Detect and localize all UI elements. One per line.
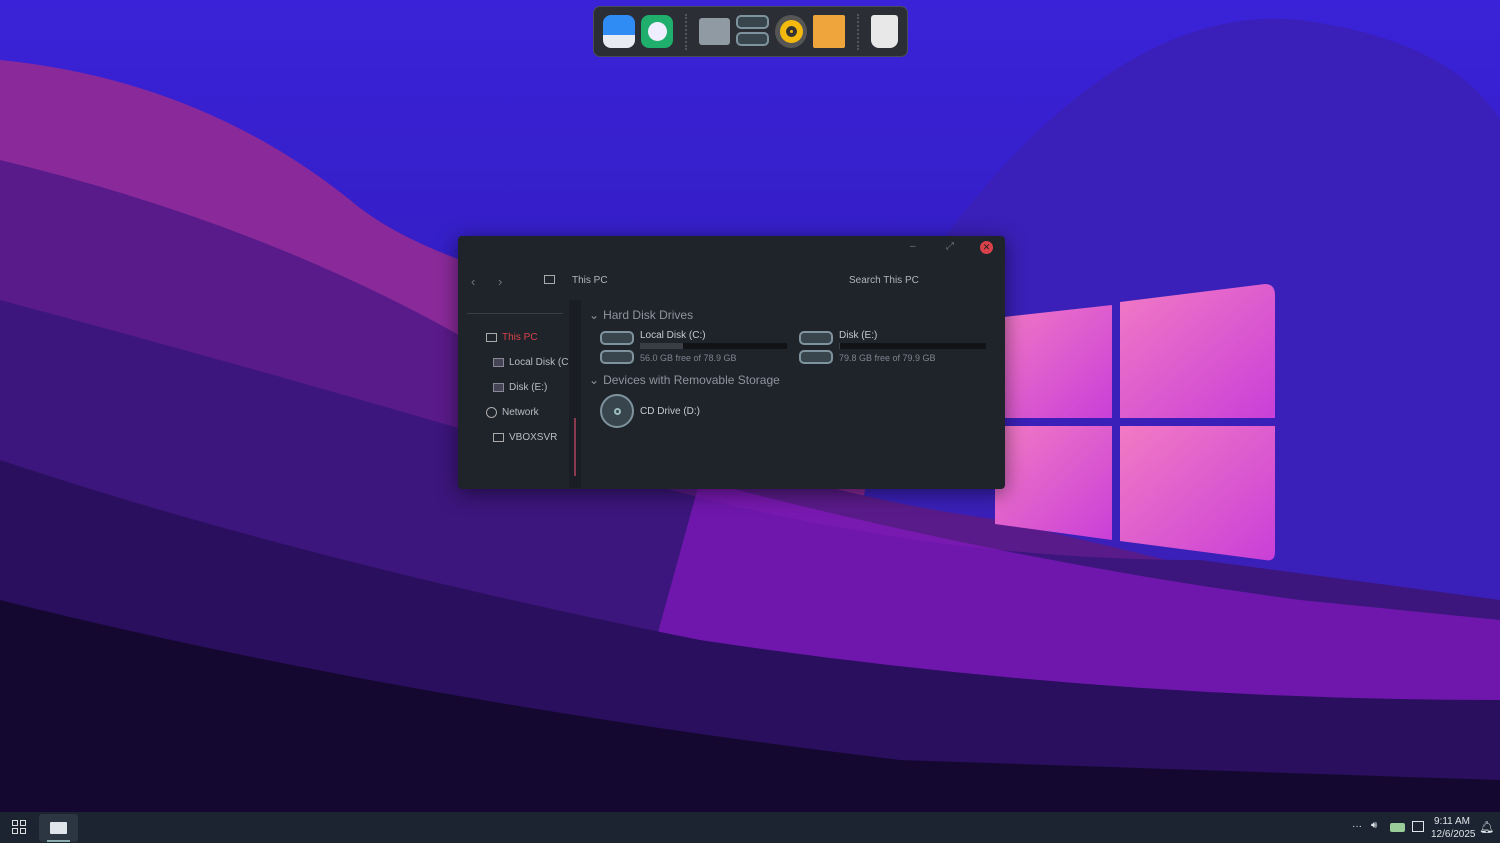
browser-planet-icon[interactable] — [640, 15, 673, 48]
hard-drive-icon — [600, 331, 634, 345]
network-icon[interactable] — [1412, 821, 1424, 832]
hard-drive-icon — [799, 331, 833, 345]
sidebar-divider — [467, 313, 563, 314]
drive-free-space: 56.0 GB free of 78.9 GB — [640, 353, 737, 363]
chevron-down-icon: ⌄ — [589, 308, 600, 322]
usage-bar — [640, 343, 787, 349]
monitor-icon — [486, 333, 497, 342]
taskbar-file-manager[interactable] — [39, 814, 78, 842]
sidebar-item-vboxsvr[interactable]: VBOXSVR — [493, 432, 557, 443]
hard-drive-icon — [799, 350, 833, 364]
drive-item-e[interactable]: Disk (E:) 79.8 GB free of 79.9 GB — [799, 330, 987, 366]
drive-icon — [493, 383, 504, 392]
section-hard-disk-drives[interactable]: ⌄ Hard Disk Drives — [589, 308, 693, 322]
usage-fill — [640, 343, 683, 349]
drive-name: Local Disk (C:) — [640, 330, 706, 341]
back-button[interactable]: ‹ — [471, 274, 475, 289]
cd-drive-icon — [600, 394, 634, 428]
search-input[interactable]: Search This PC — [849, 275, 919, 286]
drive-item-c[interactable]: Local Disk (C:) 56.0 GB free of 78.9 GB — [600, 330, 788, 366]
clock-date[interactable]: 12/6/2025 — [1431, 829, 1476, 840]
drive-name: Disk (E:) — [839, 330, 878, 341]
sidebar-item-this-pc[interactable]: This PC — [486, 332, 538, 343]
sidebar-item-disk-e[interactable]: Disk (E:) — [493, 382, 547, 393]
section-removable-storage[interactable]: ⌄ Devices with Removable Storage — [589, 373, 780, 387]
mixer-icon[interactable] — [813, 15, 845, 48]
folder-icon[interactable] — [698, 18, 731, 45]
drive-item-cd-d[interactable]: CD Drive (D:) — [600, 394, 720, 428]
dock-separator — [684, 13, 687, 50]
sidebar-item-network[interactable]: Network — [486, 407, 539, 418]
drive-icon — [493, 358, 504, 367]
sidebar-item-local-disk-c[interactable]: Local Disk (C:) — [493, 357, 575, 368]
speaker-icon[interactable] — [775, 15, 808, 48]
dock — [593, 6, 908, 57]
folder-icon — [50, 822, 67, 834]
maximize-button[interactable]: ⤢ — [946, 241, 954, 252]
drive-free-space: 79.8 GB free of 79.9 GB — [839, 353, 936, 363]
start-button[interactable] — [12, 820, 26, 834]
notification-bell-icon[interactable]: 🔔︎ — [1479, 820, 1494, 834]
finder-icon[interactable] — [603, 15, 635, 48]
taskbar: ··· 🔊︎ 9:11 AM 12/6/2025 🔔︎ — [0, 812, 1500, 843]
network-icon — [486, 407, 497, 418]
monitor-icon — [493, 433, 504, 442]
monitor-icon — [544, 275, 555, 284]
clock-time[interactable]: 9:11 AM — [1434, 816, 1470, 827]
hard-drive-icon — [600, 350, 634, 364]
volume-icon[interactable]: 🔊︎ — [1371, 820, 1377, 831]
sidebar-scrollbar[interactable] — [569, 300, 581, 488]
usage-bar — [839, 343, 986, 349]
chevron-down-icon: ⌄ — [589, 373, 600, 387]
trash-icon[interactable] — [870, 15, 898, 48]
dock-separator — [856, 13, 859, 50]
close-button[interactable]: ✕ — [980, 241, 993, 254]
file-manager-window: – ⤢ ✕ ‹ › This PC Search This PC This PC… — [458, 236, 1005, 489]
drive-name: CD Drive (D:) — [640, 406, 700, 417]
battery-icon[interactable] — [1390, 823, 1405, 832]
location-bar[interactable]: This PC — [572, 275, 608, 286]
tray-overflow-button[interactable]: ··· — [1352, 821, 1362, 832]
forward-button[interactable]: › — [498, 274, 502, 289]
drives-icon[interactable] — [736, 15, 770, 48]
minimize-button[interactable]: – — [910, 241, 916, 252]
